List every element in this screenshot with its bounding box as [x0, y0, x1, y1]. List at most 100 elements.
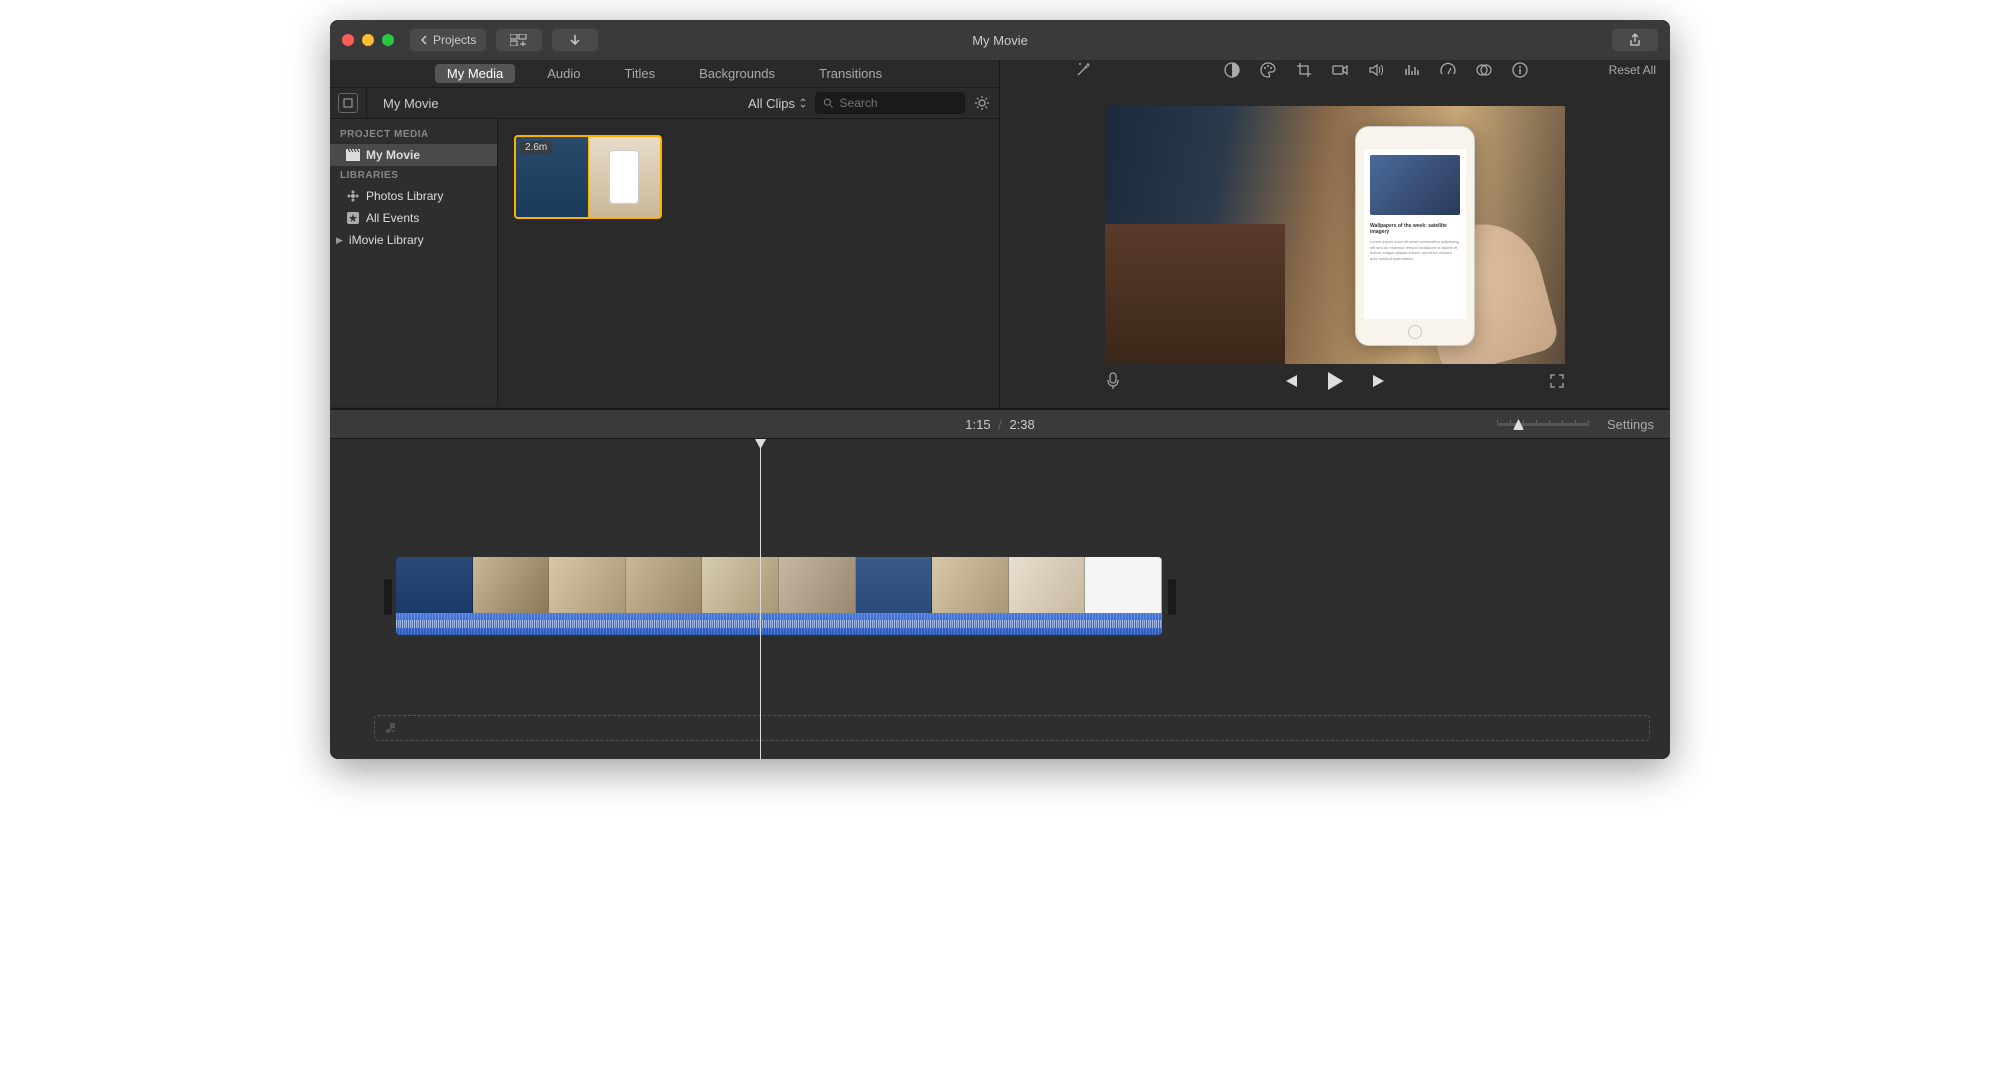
reset-all-button[interactable]: Reset All [1609, 63, 1656, 77]
tab-transitions[interactable]: Transitions [807, 64, 894, 83]
media-tabs: My Media Audio Titles Backgrounds Transi… [330, 60, 999, 87]
clip-frame [702, 557, 779, 613]
total-time: 2:38 [1009, 417, 1034, 432]
clip-duration-badge: 2.6m [520, 141, 552, 154]
import-button[interactable] [552, 29, 598, 51]
minimize-window-button[interactable] [362, 34, 374, 46]
viewer-phone-title: Wallpapers of the week: satellite imager… [1364, 221, 1466, 237]
volume-button[interactable] [1367, 61, 1385, 79]
previous-frame-button[interactable] [1281, 373, 1299, 389]
sidebar-item-all-events[interactable]: All Events [330, 207, 497, 229]
projects-label: Projects [433, 33, 476, 47]
library-view-button[interactable] [496, 29, 542, 51]
sidebar: PROJECT MEDIA My Movie LIBRARIES Photos … [330, 119, 498, 405]
sidebar-item-imovie-library[interactable]: ▶ iMovie Library [330, 229, 497, 251]
info-button[interactable] [1511, 61, 1529, 79]
updown-arrows-icon [799, 97, 807, 109]
overlap-circles-icon [1475, 61, 1493, 79]
skip-back-icon [1281, 373, 1299, 389]
chevron-left-icon [420, 35, 428, 45]
clip-frame [473, 557, 550, 613]
browser-header: My Movie All Clips [330, 87, 999, 119]
clip-audio-waveform[interactable] [396, 613, 1162, 635]
titlebar: Projects My Movie [330, 20, 1670, 60]
media-clip-thumbnail[interactable]: 2.6m [514, 135, 662, 219]
clip-frame [1085, 557, 1162, 613]
speed-button[interactable] [1439, 61, 1457, 79]
stabilization-button[interactable] [1331, 61, 1349, 79]
crop-button[interactable] [1295, 61, 1313, 79]
share-icon [1628, 33, 1642, 47]
search-input[interactable] [840, 96, 957, 110]
filter-label: All Clips [748, 96, 795, 111]
sidebar-section-project: PROJECT MEDIA [330, 125, 497, 144]
app-window: Projects My Movie My Media Audio Titles … [330, 20, 1670, 759]
sidebar-section-libraries: LIBRARIES [330, 166, 497, 185]
clip-frame [856, 557, 933, 613]
grid-icon [510, 34, 528, 46]
clip-frame [932, 557, 1009, 613]
clip-skimmer[interactable] [588, 137, 589, 217]
color-balance-button[interactable] [1223, 61, 1241, 79]
noise-reduction-button[interactable] [1403, 61, 1421, 79]
transport-controls [1105, 364, 1565, 398]
equalizer-icon [1403, 61, 1421, 79]
timeline-settings-button[interactable]: Settings [1607, 417, 1654, 432]
viewer-phone-text: Lorem ipsum dolor sit amet consectetur a… [1364, 237, 1466, 263]
fullscreen-button[interactable] [1549, 373, 1565, 389]
half-circle-icon [1223, 61, 1241, 79]
projects-back-button[interactable]: Projects [410, 29, 486, 51]
tab-titles[interactable]: Titles [613, 64, 668, 83]
flower-icon [346, 189, 360, 203]
disclosure-triangle-icon[interactable]: ▶ [336, 235, 343, 246]
clip-trim-handle-right[interactable] [1168, 579, 1176, 615]
traffic-lights [342, 34, 394, 46]
search-box[interactable] [815, 92, 965, 114]
speaker-icon [1367, 61, 1385, 79]
timeline-playhead[interactable] [760, 439, 761, 759]
sidebar-item-photos-library[interactable]: Photos Library [330, 185, 497, 207]
tab-audio[interactable]: Audio [535, 64, 592, 83]
magic-wand-icon [1074, 61, 1092, 79]
current-time: 1:15 [965, 417, 990, 432]
clapperboard-icon [346, 148, 360, 162]
background-music-track[interactable] [374, 715, 1650, 741]
timeline-header: 1:15 / 2:38 Settings [330, 409, 1670, 439]
sidebar-project-label: My Movie [366, 148, 420, 162]
media-browser[interactable]: 2.6m [498, 119, 999, 405]
tab-my-media[interactable]: My Media [435, 64, 515, 83]
close-window-button[interactable] [342, 34, 354, 46]
color-correction-button[interactable] [1259, 61, 1277, 79]
sidebar-item-label: iMovie Library [349, 233, 424, 247]
clip-filter-button[interactable] [1475, 61, 1493, 79]
palette-icon [1259, 61, 1277, 79]
timeline-clip[interactable] [396, 557, 1162, 635]
camera-icon [1331, 61, 1349, 79]
next-frame-button[interactable] [1371, 373, 1389, 389]
tab-backgrounds[interactable]: Backgrounds [687, 64, 787, 83]
info-icon [1511, 61, 1529, 79]
maximize-window-button[interactable] [382, 34, 394, 46]
zoom-slider[interactable] [1497, 423, 1589, 426]
skip-forward-icon [1371, 373, 1389, 389]
clip-frame [1009, 557, 1086, 613]
play-button[interactable] [1325, 370, 1345, 392]
star-icon [346, 211, 360, 225]
square-icon [343, 98, 353, 108]
list-view-toggle[interactable] [338, 93, 358, 113]
clip-trim-handle-left[interactable] [384, 579, 392, 615]
clips-filter-dropdown[interactable]: All Clips [748, 96, 807, 111]
clip-frame [626, 557, 703, 613]
adjustment-toolbar: Reset All [1000, 60, 1670, 80]
enhance-button[interactable] [1074, 61, 1092, 79]
clip-thumbnails [396, 557, 1162, 613]
play-icon [1325, 370, 1345, 392]
browser-title: My Movie [383, 96, 439, 111]
speedometer-icon [1439, 61, 1457, 79]
voiceover-button[interactable] [1105, 372, 1121, 390]
sidebar-item-project[interactable]: My Movie [330, 144, 497, 166]
preview-viewer[interactable]: Wallpapers of the week: satellite imager… [1105, 106, 1565, 364]
browser-settings-button[interactable] [973, 94, 991, 112]
timeline[interactable] [330, 439, 1670, 759]
share-button[interactable] [1612, 29, 1658, 51]
